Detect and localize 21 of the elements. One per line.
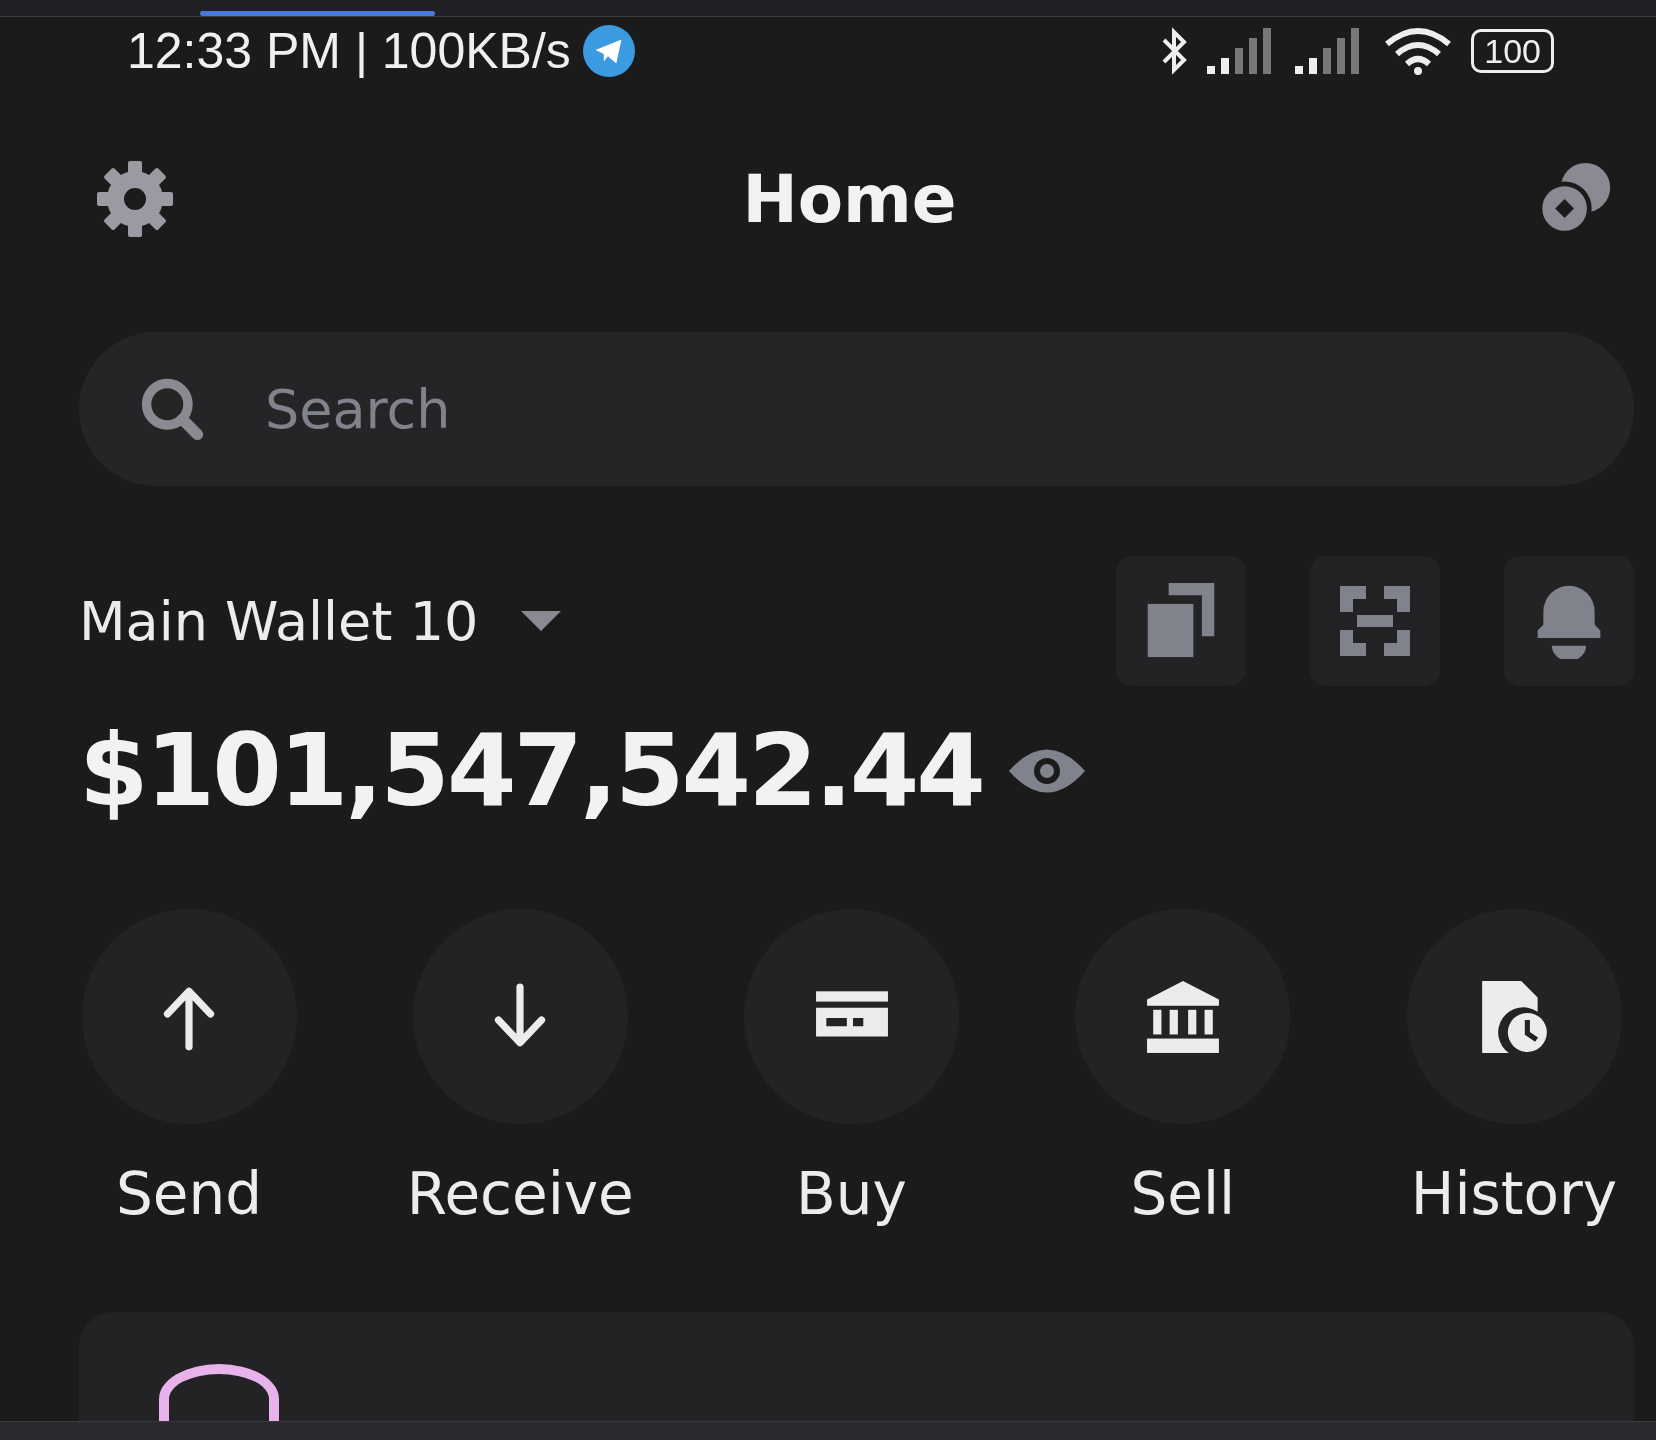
balance-amount: $101,547,542.44 [79,712,983,829]
status-text: 12:33 PM | 100KB/s [127,22,571,80]
settings-icon[interactable] [95,159,175,239]
action-label: Buy [796,1160,907,1228]
scan-button[interactable] [1310,556,1440,686]
caret-icon [520,611,563,631]
battery-icon: 100 [1471,29,1554,73]
wifi-icon [1383,26,1454,76]
paper-plane-icon [582,25,635,77]
bank-icon [1144,978,1221,1055]
search-field[interactable]: Search [79,332,1634,486]
wallet-selector[interactable]: Main Wallet 10 [79,589,563,653]
notification-button[interactable] [1504,556,1634,686]
scan-icon [1340,583,1410,659]
action-label: Receive [406,1160,634,1228]
page-title: Home [742,160,958,238]
action-label: History [1410,1160,1618,1228]
action-label: Send [115,1160,263,1228]
action-label: Sell [1130,1160,1236,1228]
copy-button[interactable] [1116,556,1246,686]
copy-icon [1146,583,1216,659]
